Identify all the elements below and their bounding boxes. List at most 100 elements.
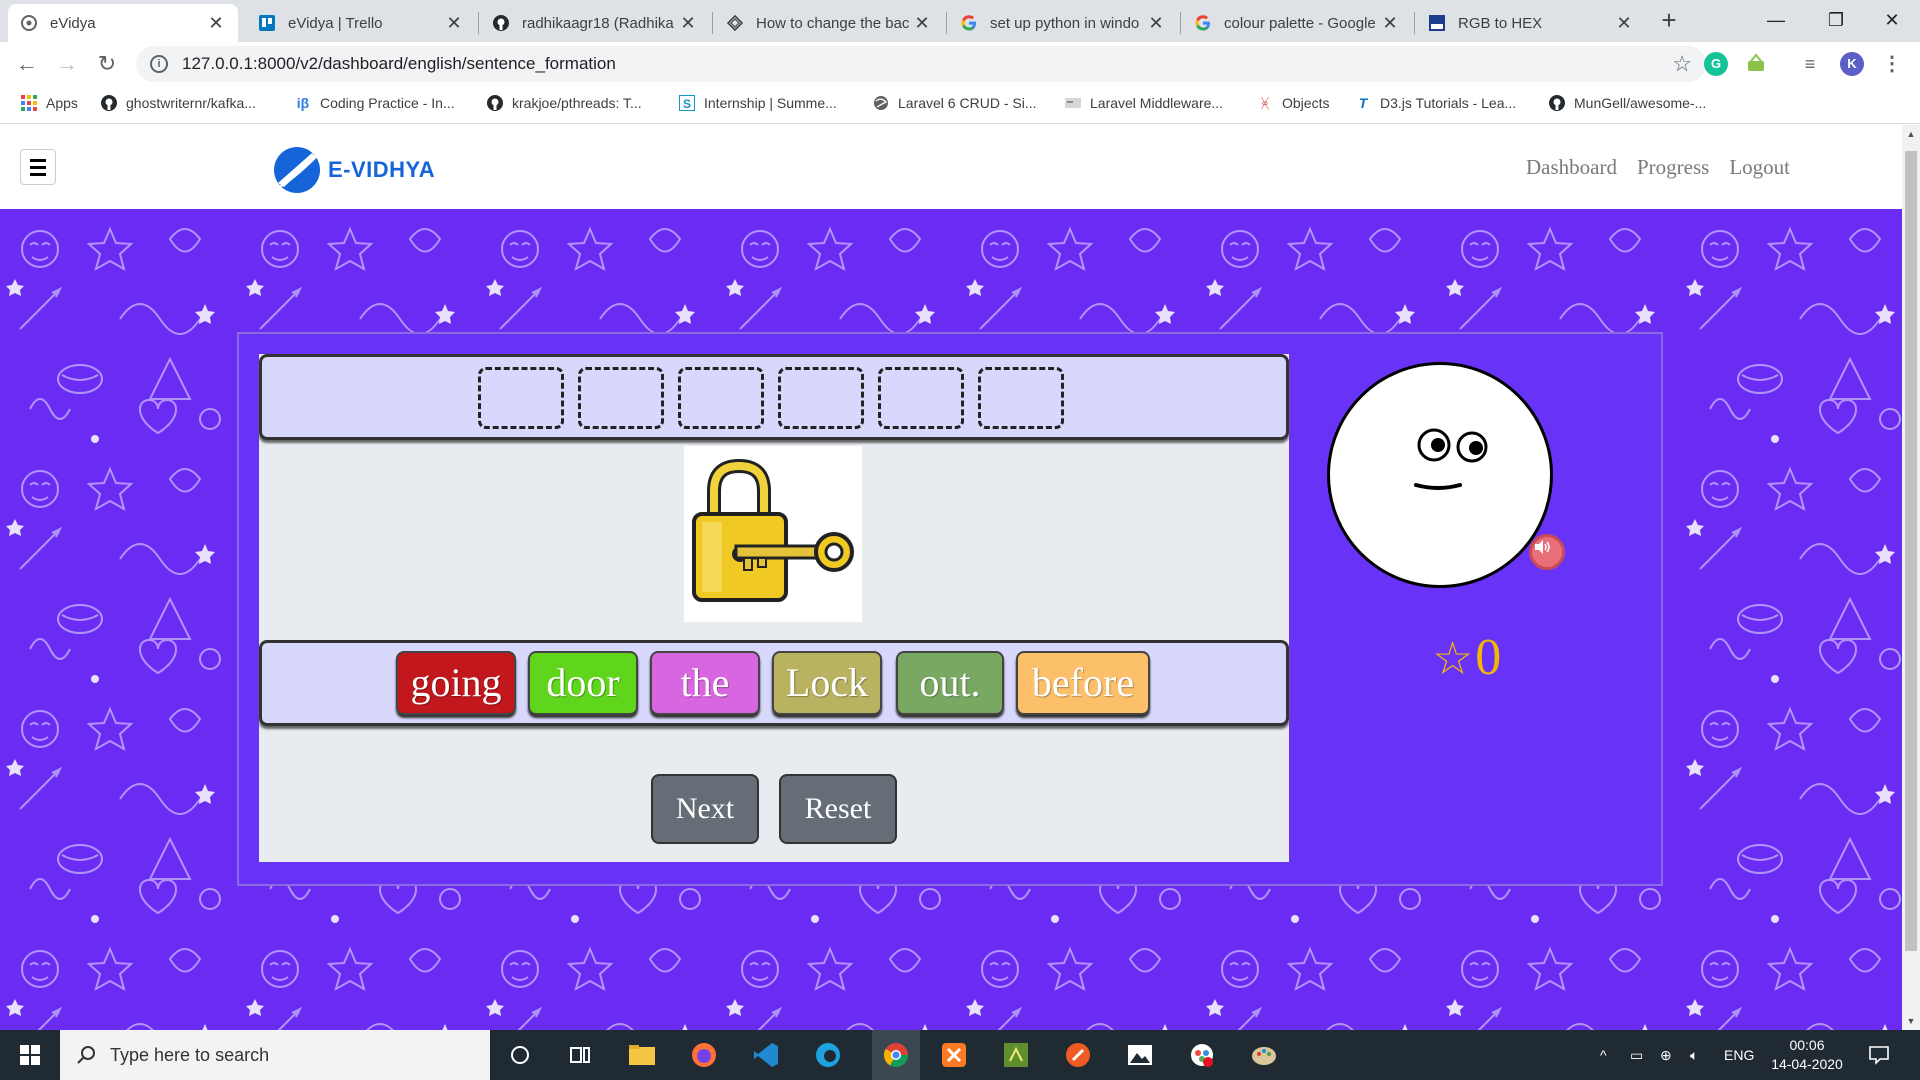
bookmark-item[interactable]: Laravel Middleware... — [1064, 94, 1223, 112]
show-hidden-icons-button[interactable]: ^ — [1600, 1030, 1607, 1080]
brand-logo[interactable]: E-VIDHYA — [272, 145, 435, 195]
profile-avatar[interactable]: K — [1840, 52, 1864, 76]
scroll-up-arrow-icon[interactable]: ▲ — [1902, 129, 1920, 139]
bookmark-apps[interactable]: Apps — [20, 94, 78, 112]
close-window-button[interactable]: ✕ — [1862, 0, 1920, 40]
nav-progress-link[interactable]: Progress — [1637, 155, 1709, 180]
padlock-icon — [692, 458, 854, 602]
battery-icon[interactable]: ▭ — [1630, 1030, 1643, 1080]
tab-colour-palette[interactable]: colour palette - Google ✕ — [1182, 4, 1412, 42]
photos-icon[interactable] — [1122, 1037, 1158, 1073]
page-scrollbar[interactable]: ▲ ▼ — [1902, 125, 1920, 1030]
forward-arrow-icon[interactable]: → — [52, 50, 82, 78]
address-bar[interactable]: i 127.0.0.1:8000/v2/dashboard/english/se… — [136, 46, 1706, 82]
close-tab-icon[interactable]: ✕ — [444, 13, 464, 34]
media-playlist-icon[interactable]: ≡ — [1798, 52, 1822, 76]
cortana-icon[interactable] — [502, 1037, 538, 1073]
language-indicator[interactable]: ENG — [1724, 1030, 1754, 1080]
menu-bar — [30, 158, 46, 162]
answer-slot[interactable] — [678, 367, 764, 429]
notification-app-icon[interactable] — [1184, 1037, 1220, 1073]
answer-slot[interactable] — [778, 367, 864, 429]
word-tile-the[interactable]: the — [650, 651, 760, 715]
spreadsheet-app-icon[interactable] — [998, 1037, 1034, 1073]
next-button[interactable]: Next — [651, 774, 759, 844]
minimize-window-button[interactable]: — — [1746, 0, 1806, 40]
firefox-icon[interactable] — [686, 1037, 722, 1073]
bookmark-item[interactable]: krakjoe/pthreads: T... — [486, 94, 642, 112]
file-explorer-icon[interactable] — [624, 1037, 660, 1073]
back-arrow-icon[interactable]: ← — [12, 50, 42, 78]
word-tile-out[interactable]: out. — [896, 651, 1004, 715]
extension-icon[interactable] — [1744, 52, 1768, 76]
answer-slot[interactable] — [578, 367, 664, 429]
xampp-icon[interactable] — [936, 1037, 972, 1073]
nav-dashboard-link[interactable]: Dashboard — [1526, 155, 1617, 180]
scrollbar-thumb[interactable] — [1905, 151, 1917, 951]
github-icon — [492, 14, 510, 32]
svg-text:S: S — [683, 97, 691, 111]
word-tile-going[interactable]: going — [396, 651, 516, 715]
clock-date: 14-04-2020 — [1771, 1056, 1843, 1072]
chrome-icon[interactable] — [872, 1030, 920, 1080]
bookmark-item[interactable]: Laravel 6 CRUD - Si... — [872, 94, 1036, 112]
word-tile-before[interactable]: before — [1016, 651, 1150, 715]
hamburger-menu-button[interactable] — [20, 149, 56, 185]
close-tab-icon[interactable]: ✕ — [678, 13, 698, 34]
bookmark-item[interactable]: ᚸ Objects — [1256, 94, 1330, 112]
answer-strip — [259, 354, 1289, 440]
vscode-icon[interactable] — [748, 1037, 784, 1073]
objects-figure-icon: ᚸ — [1260, 95, 1270, 111]
taskbar-search-box[interactable]: Type here to search — [60, 1030, 490, 1080]
browser-menu-icon[interactable]: ⋮ — [1880, 52, 1904, 76]
reload-icon[interactable]: ↻ — [92, 50, 122, 78]
maximize-window-button[interactable]: ❐ — [1806, 0, 1866, 40]
tab-change-background[interactable]: How to change the bac ✕ — [714, 4, 944, 42]
postman-icon[interactable] — [1060, 1037, 1096, 1073]
new-tab-button[interactable]: + — [1656, 7, 1682, 34]
close-tab-icon[interactable]: ✕ — [206, 13, 226, 34]
tab-github-radhika[interactable]: radhikaagr18 (Radhika ✕ — [480, 4, 710, 42]
answer-slot[interactable] — [478, 367, 564, 429]
bookmark-label: Apps — [46, 95, 78, 111]
word-tile-door[interactable]: door — [528, 651, 638, 715]
task-view-icon[interactable] — [562, 1037, 598, 1073]
tab-separator — [478, 12, 479, 34]
reset-button[interactable]: Reset — [779, 774, 897, 844]
word-tile-lock[interactable]: Lock — [772, 651, 882, 715]
tab-evidya[interactable]: eVidya ✕ — [8, 4, 238, 42]
tab-separator — [946, 12, 947, 34]
system-clock[interactable]: 00:06 14-04-2020 — [1762, 1036, 1852, 1074]
answer-slot[interactable] — [878, 367, 964, 429]
github-icon — [486, 94, 504, 112]
tab-rgb-to-hex[interactable]: RGB to HEX ✕ — [1416, 4, 1646, 42]
tab-title: eVidya | Trello — [288, 14, 383, 32]
close-tab-icon[interactable]: ✕ — [912, 13, 932, 34]
bookmark-label: Laravel Middleware... — [1090, 95, 1224, 111]
site-info-icon[interactable]: i — [150, 55, 168, 73]
close-tab-icon[interactable]: ✕ — [1146, 13, 1166, 34]
tab-trello[interactable]: eVidya | Trello ✕ — [246, 4, 476, 42]
speaker-icon[interactable] — [1529, 534, 1565, 570]
bookmark-item[interactable]: MunGell/awesome-... — [1548, 94, 1706, 112]
answer-slot[interactable] — [978, 367, 1064, 429]
edge-icon[interactable] — [810, 1037, 846, 1073]
close-tab-icon[interactable]: ✕ — [1380, 13, 1400, 34]
bookmark-item[interactable]: iβ Coding Practice - In... — [294, 94, 455, 112]
action-center-icon[interactable] — [1868, 1030, 1890, 1080]
bookmark-item[interactable]: T D3.js Tutorials - Lea... — [1354, 94, 1516, 112]
paint-palette-icon[interactable] — [1246, 1037, 1282, 1073]
tab-python-windows[interactable]: set up python in windo ✕ — [948, 4, 1178, 42]
volume-icon[interactable]: 🔈︎ — [1690, 1030, 1698, 1080]
grammarly-extension-icon[interactable]: G — [1704, 52, 1728, 76]
scroll-down-arrow-icon[interactable]: ▼ — [1902, 1016, 1920, 1026]
bookmark-star-icon[interactable]: ☆ — [1672, 51, 1692, 77]
tab-separator — [1414, 12, 1415, 34]
close-tab-icon[interactable]: ✕ — [1614, 13, 1634, 34]
network-globe-icon[interactable]: ⊕ — [1660, 1030, 1672, 1080]
nav-logout-link[interactable]: Logout — [1729, 155, 1790, 180]
bookmark-item[interactable]: S Internship | Summe... — [678, 94, 837, 112]
bookmark-item[interactable]: ghostwriternr/kafka... — [100, 94, 256, 112]
tab-title: How to change the bac — [756, 14, 910, 32]
windows-start-button[interactable] — [0, 1030, 60, 1080]
